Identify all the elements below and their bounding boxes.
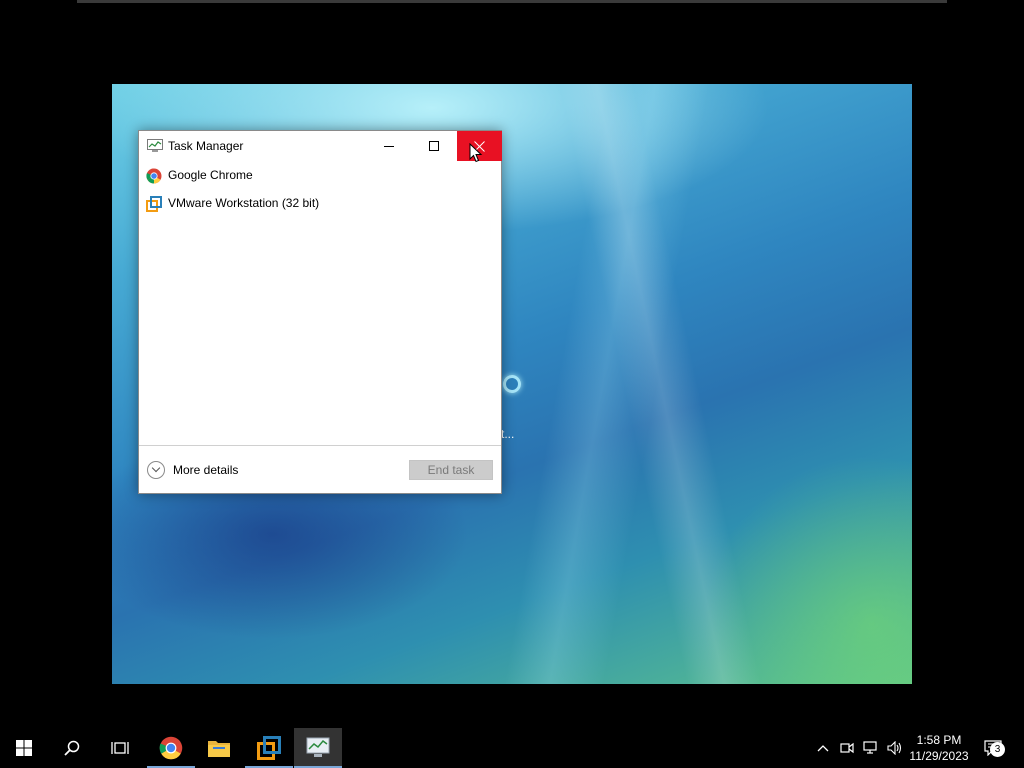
network-icon [863, 741, 877, 754]
process-item-vmware[interactable]: VMware Workstation (32 bit) [139, 191, 501, 219]
vm-top-strip [77, 0, 947, 3]
minimize-button[interactable] [366, 131, 411, 161]
vmware-taskbar-button[interactable] [245, 728, 293, 768]
end-task-button[interactable]: End task [409, 460, 493, 480]
process-label: VMware Workstation (32 bit) [168, 196, 320, 210]
clock-date: 11/29/2023 [909, 749, 969, 763]
mouse-cursor-icon [469, 143, 483, 163]
process-item-chrome[interactable]: Google Chrome [139, 163, 501, 191]
more-details-label: More details [173, 463, 239, 477]
process-list: Google Chrome VMware Workstation (32 bit… [139, 163, 501, 219]
task-view-button[interactable] [96, 728, 144, 768]
chrome-taskbar-button[interactable] [147, 728, 195, 768]
search-icon [64, 740, 80, 756]
maximize-icon [428, 141, 439, 151]
camera-icon [840, 742, 854, 754]
window-footer: More details End task [139, 445, 501, 493]
tray-volume-button[interactable] [884, 728, 906, 768]
windows-logo-icon [16, 740, 32, 756]
task-manager-icon [147, 139, 163, 152]
title-bar[interactable]: Task Manager [139, 131, 502, 161]
process-label: Google Chrome [168, 168, 253, 182]
chevron-down-icon [147, 461, 165, 479]
task-manager-taskbar-button[interactable] [294, 728, 342, 768]
volume-icon [887, 741, 902, 755]
chrome-icon [146, 168, 162, 184]
chrome-icon [159, 736, 183, 760]
vmware-icon [146, 196, 162, 212]
start-button[interactable] [0, 728, 48, 768]
tray-meet-now-button[interactable] [836, 728, 858, 768]
file-explorer-taskbar-button[interactable] [195, 728, 243, 768]
window-title: Task Manager [168, 139, 244, 153]
loading-spinner-icon [503, 375, 521, 393]
task-manager-window[interactable]: Task Manager Google Chrome VMware Workst… [138, 130, 502, 494]
chevron-up-icon [817, 745, 829, 752]
clock-time: 1:58 PM [916, 733, 962, 747]
minimize-icon [383, 145, 394, 147]
tray-network-button[interactable] [860, 728, 882, 768]
maximize-button[interactable] [411, 131, 456, 161]
vmware-icon [257, 736, 281, 760]
notification-count-badge: 3 [990, 742, 1005, 757]
taskbar: 1:58 PM 11/29/2023 [0, 728, 1024, 768]
task-manager-icon [306, 737, 330, 757]
task-view-icon [111, 742, 129, 754]
more-details-button[interactable]: More details [147, 460, 238, 480]
show-hidden-icons-button[interactable] [812, 728, 834, 768]
folder-icon [208, 741, 230, 757]
search-button[interactable] [48, 728, 96, 768]
tray-clock[interactable]: 1:58 PM 11/29/2023 [904, 732, 974, 764]
